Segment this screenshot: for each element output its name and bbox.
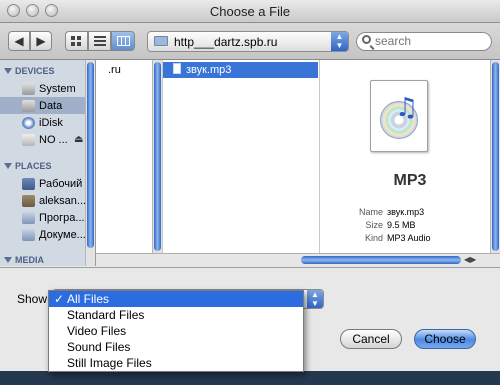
sidebar-item-documents[interactable]: Докуме...: [0, 226, 95, 243]
popup-arrows-icon: ▲ ▼: [307, 290, 323, 308]
folder-icon: [154, 36, 168, 46]
eject-icon[interactable]: ⏏: [74, 134, 83, 145]
preview-pane: ♫ MP3 Name звук.mp3 Size 9.5 MB Kind MP3 Au…: [320, 60, 500, 266]
sidebar-item-applications[interactable]: Програ...: [0, 209, 95, 226]
search-icon: [362, 35, 371, 44]
sidebar-item-no[interactable]: NO ... ⏏: [0, 131, 95, 148]
devices-section-header[interactable]: DEVICES: [4, 66, 55, 76]
back-icon: ◀: [14, 34, 24, 48]
icon-view-icon: [70, 36, 81, 46]
show-label: Show: [17, 292, 48, 306]
menu-item-video-files[interactable]: Video Files: [49, 323, 303, 339]
list-view-button[interactable]: [88, 31, 111, 51]
places-section-header[interactable]: PLACES: [4, 161, 52, 171]
column-view-button[interactable]: [111, 31, 135, 51]
icon-view-button[interactable]: [65, 31, 88, 51]
location-label: http___dartz.spb.ru: [174, 35, 278, 49]
column-view-icon: [116, 36, 130, 46]
media-section-header[interactable]: MEDIA: [4, 255, 44, 265]
title-bar: Choose a File: [0, 0, 500, 23]
preview-name: Name звук.mp3: [358, 207, 425, 217]
preview-scroll-thumb[interactable]: [492, 62, 499, 251]
toolbar: ◀ ▶ http___dartz.spb.ru ▲ ▼: [0, 23, 500, 60]
sidebar-item-data[interactable]: Data: [0, 97, 95, 114]
list-item[interactable]: .ru: [108, 62, 121, 78]
back-button[interactable]: ◀: [8, 31, 30, 51]
sidebar-scrollbar[interactable]: [85, 60, 95, 266]
disclosure-triangle-icon: [4, 68, 12, 74]
choose-file-dialog: Choose a File ◀ ▶ http___dartz.spb.ru ▲ ▼…: [0, 0, 500, 385]
sidebar: DEVICES System Data iDisk NO ... ⏏ PLACES…: [0, 60, 96, 266]
column-1-scrollbar[interactable]: [152, 60, 162, 253]
disclosure-triangle-icon: [4, 257, 12, 263]
sidebar-item-home[interactable]: aleksan...: [0, 192, 95, 209]
popup-arrows-icon: ▲ ▼: [331, 32, 348, 51]
home-icon: [22, 194, 35, 207]
cancel-button[interactable]: Cancel: [340, 329, 402, 349]
music-note-icon: ♫: [395, 93, 419, 123]
sidebar-item-system[interactable]: System: [0, 80, 95, 97]
checkmark-icon: ✓: [54, 292, 65, 306]
browser-column-2: звук.mp3: [163, 60, 320, 266]
preview-size: Size 9.5 MB: [365, 220, 416, 230]
idisk-icon: [22, 116, 35, 129]
disclosure-triangle-icon: [4, 163, 12, 169]
sidebar-item-desktop[interactable]: Рабочий ...: [0, 175, 95, 192]
forward-button[interactable]: ▶: [30, 31, 52, 51]
location-popup[interactable]: http___dartz.spb.ru ▲ ▼: [147, 31, 349, 52]
file-format-menu: ✓ All Files Standard Files Video Files So…: [48, 290, 304, 372]
hard-drive-icon: [22, 82, 35, 95]
list-view-icon: [93, 36, 106, 46]
applications-icon: [22, 211, 35, 224]
sidebar-scroll-thumb[interactable]: [87, 62, 94, 248]
hard-drive-icon: [22, 99, 35, 112]
documents-icon: [22, 228, 35, 241]
desktop-icon: [22, 177, 35, 190]
preview-kind: Kind MP3 Audio: [364, 233, 431, 243]
window-title: Choose a File: [209, 4, 291, 19]
menu-item-sound-files[interactable]: Sound Files: [49, 339, 303, 355]
browser-column-1: .ru: [96, 60, 163, 266]
menu-item-standard-files[interactable]: Standard Files: [49, 307, 303, 323]
horizontal-scroll-thumb[interactable]: [301, 256, 461, 264]
sidebar-item-idisk[interactable]: iDisk: [0, 114, 95, 131]
search-field[interactable]: [356, 32, 492, 51]
horizontal-scrollbar[interactable]: ◀▶: [96, 253, 500, 266]
scroll-arrow-icon[interactable]: ◀▶: [464, 255, 476, 264]
disk-icon: [22, 133, 35, 146]
menu-item-still-image-files[interactable]: Still Image Files: [49, 355, 303, 371]
forward-icon: ▶: [36, 34, 46, 48]
column-1-scroll-thumb[interactable]: [154, 62, 161, 251]
menu-item-all-files[interactable]: ✓ All Files: [49, 291, 303, 307]
mp3-file-icon: ♫: [370, 80, 428, 152]
preview-scrollbar[interactable]: [490, 60, 500, 253]
list-item[interactable]: звук.mp3: [163, 62, 318, 78]
search-input[interactable]: [375, 34, 485, 48]
audio-file-icon: [173, 63, 181, 74]
choose-button[interactable]: Choose: [414, 329, 476, 349]
desktop-background: [0, 371, 500, 385]
file-type-badge: MP3: [393, 172, 427, 189]
